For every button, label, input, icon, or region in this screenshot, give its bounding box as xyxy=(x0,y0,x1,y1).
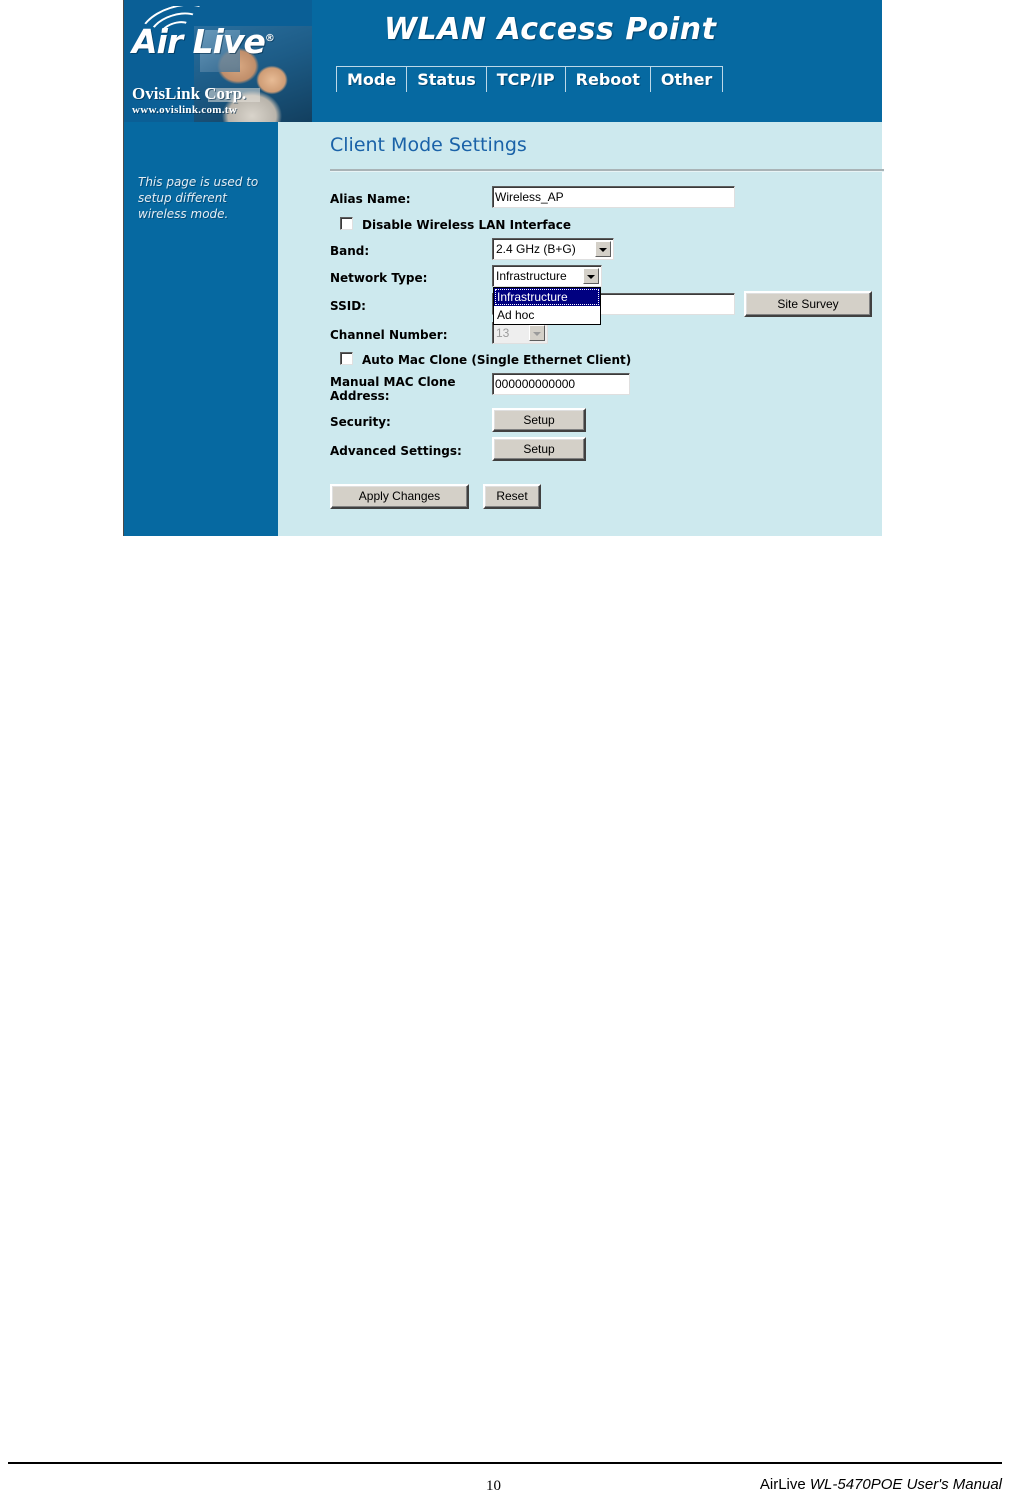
disable-wlan-label: Disable Wireless LAN Interface xyxy=(362,218,571,232)
alias-name-input[interactable] xyxy=(492,186,735,208)
alias-name-label: Alias Name: xyxy=(330,192,411,206)
network-type-select[interactable]: Infrastructure xyxy=(492,265,602,287)
manual-reference: AirLive WL-5470POE User's Manual xyxy=(760,1476,1002,1493)
advanced-settings-setup-button[interactable]: Setup xyxy=(492,437,586,461)
band-select[interactable]: 2.4 GHz (B+G) xyxy=(492,238,614,260)
reset-button[interactable]: Reset xyxy=(483,484,541,509)
page-number: 10 xyxy=(486,1478,501,1494)
manual-mac-clone-label-line1: Manual MAC Clone xyxy=(330,375,456,389)
network-type-label: Network Type: xyxy=(330,271,428,285)
network-type-select-value: Infrastructure xyxy=(496,269,567,283)
header-banner: Air Live® OvisLink Corp. www.ovislink.co… xyxy=(124,0,882,122)
brand-company: OvisLink Corp. xyxy=(132,84,247,103)
brand-wordmark: Air Live® xyxy=(132,22,275,61)
dropdown-option-infrastructure[interactable]: Infrastructure xyxy=(494,288,600,306)
manual-mac-clone-input[interactable] xyxy=(492,373,630,395)
site-survey-button[interactable]: Site Survey xyxy=(744,291,872,317)
title-divider xyxy=(330,169,884,172)
content-area: Client Mode Settings Alias Name: Disable… xyxy=(278,122,884,536)
tab-reboot[interactable]: Reboot xyxy=(564,66,650,92)
apply-changes-button[interactable]: Apply Changes xyxy=(330,484,469,509)
nav-tabs: Mode Status TCP/IP Reboot Other xyxy=(336,66,724,92)
chevron-down-icon[interactable] xyxy=(583,268,599,284)
channel-number-select-value: 13 xyxy=(496,326,510,340)
disable-wlan-checkbox[interactable] xyxy=(340,217,353,230)
tab-other[interactable]: Other xyxy=(649,66,724,92)
footer-divider xyxy=(8,1462,1002,1464)
banner-title: WLAN Access Point xyxy=(384,12,717,47)
page-body: This page is used to setup different wir… xyxy=(124,122,884,536)
auto-mac-clone-label: Auto Mac Clone (Single Ethernet Client) xyxy=(362,353,632,367)
airlive-logo: Air Live® OvisLink Corp. www.ovislink.co… xyxy=(124,0,312,122)
brand-wordmark-text: Air Live xyxy=(132,22,266,61)
network-type-dropdown-list[interactable]: Infrastructure Ad hoc xyxy=(493,287,601,325)
page-title: Client Mode Settings xyxy=(330,134,527,156)
band-label: Band: xyxy=(330,244,370,258)
chevron-down-icon[interactable] xyxy=(595,241,611,257)
router-admin-screenshot: Air Live® OvisLink Corp. www.ovislink.co… xyxy=(123,0,884,536)
dropdown-option-ad-hoc[interactable]: Ad hoc xyxy=(494,306,600,324)
advanced-settings-label: Advanced Settings: xyxy=(330,444,462,458)
sidebar-help-text: This page is used to setup different wir… xyxy=(138,175,259,221)
channel-number-select[interactable]: 13 xyxy=(492,322,548,344)
tab-tcpip[interactable]: TCP/IP xyxy=(485,66,565,92)
chevron-down-icon[interactable] xyxy=(529,325,545,341)
channel-number-label: Channel Number: xyxy=(330,328,448,342)
manual-title: WL-5470POE User's Manual xyxy=(809,1476,1002,1493)
tab-status[interactable]: Status xyxy=(406,66,486,92)
brand-website: www.ovislink.com.tw xyxy=(132,104,238,116)
auto-mac-clone-checkbox[interactable] xyxy=(340,352,353,365)
security-setup-button[interactable]: Setup xyxy=(492,408,586,432)
registered-mark: ® xyxy=(264,33,275,44)
band-select-value: 2.4 GHz (B+G) xyxy=(496,242,576,256)
ssid-label: SSID: xyxy=(330,299,366,313)
manual-prefix: AirLive xyxy=(759,1476,810,1493)
tab-mode[interactable]: Mode xyxy=(336,66,407,92)
sidebar: This page is used to setup different wir… xyxy=(124,122,278,536)
security-label: Security: xyxy=(330,415,391,429)
manual-mac-clone-label-line2: Address: xyxy=(330,389,390,403)
